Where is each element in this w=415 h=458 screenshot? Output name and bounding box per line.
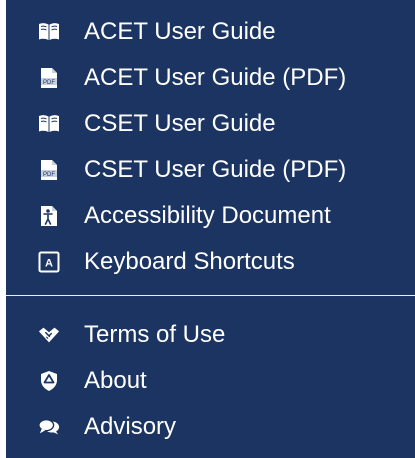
menu-item-cset-user-guide-pdf[interactable]: PDF CSET User Guide (PDF) bbox=[6, 147, 415, 193]
handshake-icon bbox=[38, 324, 60, 346]
menu-item-label: CSET User Guide bbox=[84, 110, 276, 137]
menu-item-label: Keyboard Shortcuts bbox=[84, 248, 295, 275]
menu-divider bbox=[6, 295, 415, 296]
pdf-file-icon: PDF bbox=[38, 67, 60, 89]
svg-text:PDF: PDF bbox=[43, 80, 55, 86]
menu-item-accessibility-document[interactable]: Accessibility Document bbox=[6, 193, 415, 239]
comments-icon bbox=[38, 416, 60, 438]
menu-item-label: Accessibility Document bbox=[84, 202, 331, 229]
menu-item-label: ACET User Guide bbox=[84, 18, 276, 45]
menu-item-acet-user-guide[interactable]: ACET User Guide bbox=[6, 9, 415, 55]
menu-item-terms-of-use[interactable]: Terms of Use bbox=[6, 312, 415, 358]
menu-item-label: Advisory bbox=[84, 413, 177, 440]
menu-item-label: ACET User Guide (PDF) bbox=[84, 64, 347, 91]
menu-item-label: Terms of Use bbox=[84, 321, 226, 348]
book-open-icon bbox=[38, 113, 60, 135]
menu-item-acet-user-guide-pdf[interactable]: PDF ACET User Guide (PDF) bbox=[6, 55, 415, 101]
book-open-icon bbox=[38, 21, 60, 43]
svg-text:PDF: PDF bbox=[43, 172, 55, 178]
menu-item-cset-user-guide[interactable]: CSET User Guide bbox=[6, 101, 415, 147]
shield-icon bbox=[38, 370, 60, 392]
menu-item-keyboard-shortcuts[interactable]: A Keyboard Shortcuts bbox=[6, 239, 415, 285]
menu-item-label: About bbox=[84, 367, 147, 394]
menu-item-advisory[interactable]: Advisory bbox=[6, 404, 415, 450]
help-menu: ACET User Guide PDF ACET User Guide (PDF… bbox=[6, 0, 415, 458]
accessibility-document-icon bbox=[38, 205, 60, 227]
menu-item-label: CSET User Guide (PDF) bbox=[84, 156, 347, 183]
menu-item-about[interactable]: About bbox=[6, 358, 415, 404]
pdf-file-icon: PDF bbox=[38, 159, 60, 181]
keyboard-key-icon: A bbox=[38, 251, 60, 273]
svg-text:A: A bbox=[45, 258, 53, 270]
